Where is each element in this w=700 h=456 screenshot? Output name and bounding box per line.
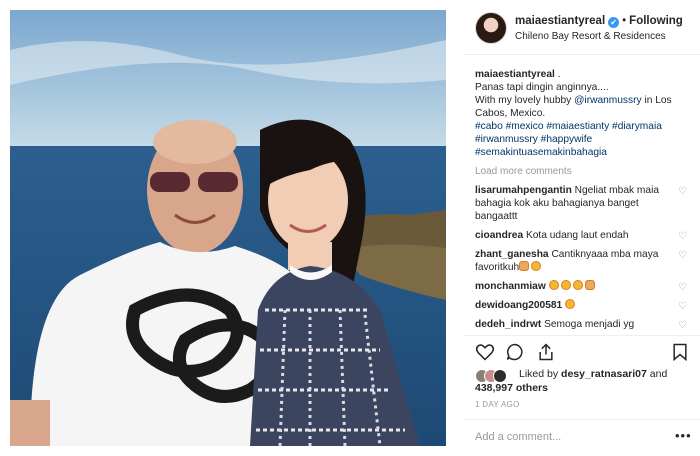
post-header: maiaestiantyreal ✔ • Following Chileno Bay … (463, 12, 693, 46)
load-more-comments-button[interactable]: Load more comments (475, 165, 687, 178)
comment-username[interactable]: monchanmiaw (475, 281, 546, 292)
separator-dot: • (622, 15, 627, 27)
divider (463, 335, 700, 336)
more-options-icon[interactable]: ••• (675, 428, 692, 443)
avatar (493, 369, 507, 383)
caption-mention-link[interactable]: @irwanmussry (574, 95, 642, 106)
comment-item: dedeh_indrwt Semoga menjadi yg ♡ (475, 318, 687, 331)
divider (463, 419, 700, 420)
add-comment-input[interactable] (475, 430, 665, 444)
post-timestamp[interactable]: 1 DAY AGO (475, 400, 520, 409)
post-caption: maiaestiantyreal . Panas tapi dingin ang… (475, 68, 687, 159)
heart-eyes-emoji (531, 261, 542, 271)
comment-username[interactable]: cioandrea (475, 230, 523, 241)
liked-by-prefix: Liked by (519, 368, 562, 380)
comment-username[interactable]: lisarumahpengantin (475, 185, 572, 196)
caption-hashtags[interactable]: #cabo #mexico #maiaestianty #diarymaia #… (475, 120, 687, 159)
share-icon[interactable] (536, 342, 556, 362)
comment-item: cioandrea Kota udang laut endah ♡ (475, 229, 687, 242)
caption-username[interactable]: maiaestiantyreal (475, 69, 555, 80)
comment-username[interactable]: dedeh_indrwt (475, 319, 541, 330)
caption-suffix: . (554, 69, 561, 80)
comment-like-heart-icon[interactable]: ♡ (678, 249, 687, 262)
header-line: maiaestiantyreal ✔ • Following (515, 15, 683, 28)
likes-summary: Liked by desy_ratnasari07 and 438,997 ot… (475, 368, 690, 398)
divider (463, 54, 700, 55)
caption-line-2-prefix: With my lovely hubby (475, 95, 575, 106)
comment-text: Semoga menjadi yg (541, 319, 635, 330)
comment-item: dewidoang200581 ♡ (475, 299, 687, 312)
liked-by-line: Liked by desy_ratnasari07 and (519, 368, 689, 381)
comment-username[interactable]: zhant_ganesha (475, 249, 549, 260)
bookmark-icon[interactable] (670, 342, 690, 362)
following-button[interactable]: Following (629, 15, 683, 27)
heart-eyes-emoji (548, 280, 559, 290)
post-photo[interactable] (10, 10, 446, 446)
header-username[interactable]: maiaestiantyreal (515, 15, 605, 27)
comment-like-heart-icon[interactable]: ♡ (678, 230, 687, 243)
likes-count-link[interactable]: 438,997 others (475, 382, 548, 395)
like-heart-icon[interactable] (475, 342, 495, 362)
comment-like-heart-icon[interactable]: ♡ (678, 185, 687, 198)
caption-line-2: With my lovely hubby @irwanmussry in Los… (475, 94, 687, 120)
heart-eyes-emoji (560, 280, 571, 290)
liked-by-username[interactable]: desy_ratnasari07 (561, 368, 647, 380)
location-link[interactable]: Chileno Bay Resort & Residences (515, 31, 666, 42)
comment-item: lisarumahpengantin Ngeliat mbak maia bah… (475, 184, 687, 223)
post-side-panel: maiaestiantyreal ✔ • Following Chileno Bay … (463, 0, 700, 456)
action-bar (475, 342, 690, 364)
comment-username[interactable]: dewidoang200581 (475, 300, 562, 311)
smile-emoji (565, 299, 576, 309)
verified-badge-icon: ✔ (608, 17, 620, 28)
comment-like-heart-icon[interactable]: ♡ (678, 319, 687, 332)
comment-bubble-icon[interactable] (505, 342, 525, 362)
comment-like-heart-icon[interactable]: ♡ (678, 281, 687, 294)
thumbs-up-emoji (519, 261, 530, 271)
caption-line-1: Panas tapi dingin anginnya.... (475, 82, 609, 93)
comment-like-heart-icon[interactable]: ♡ (678, 300, 687, 313)
heart-eyes-emoji (572, 280, 583, 290)
comment-list: lisarumahpengantin Ngeliat mbak maia bah… (475, 184, 687, 331)
comments-section[interactable]: maiaestiantyreal . Panas tapi dingin ang… (475, 68, 687, 334)
liked-by-suffix: and (646, 368, 668, 380)
comment-item: monchanmiaw ♡ (475, 280, 687, 293)
avatar[interactable] (475, 12, 507, 44)
comment-text: Kota udang laut endah (523, 230, 629, 241)
liker-avatars (475, 369, 515, 383)
comment-item: zhant_ganesha Cantiknyaaa mba maya favor… (475, 248, 687, 274)
comment-text (546, 281, 549, 292)
clap-emoji (584, 280, 595, 290)
